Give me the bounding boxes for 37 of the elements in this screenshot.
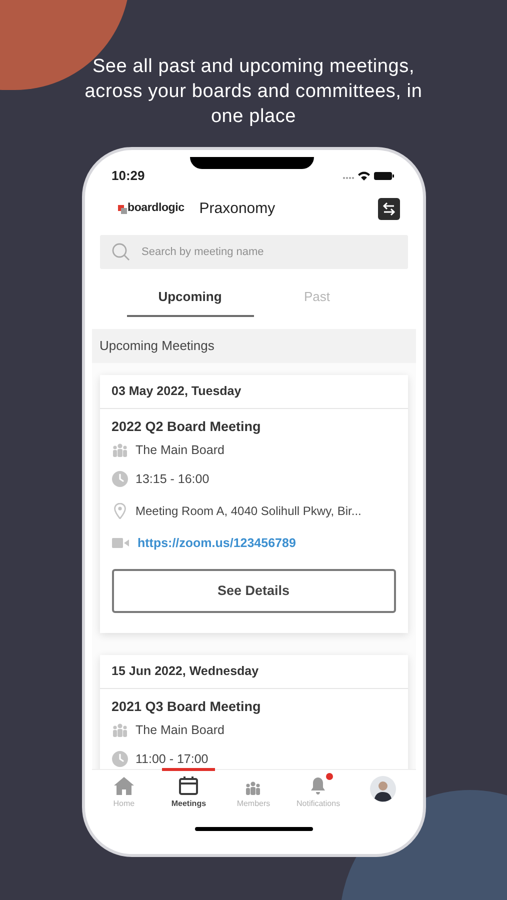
see-details-button[interactable]: See Details bbox=[112, 569, 396, 613]
boardlogic-logo: boardlogic bbox=[118, 200, 184, 218]
calendar-icon bbox=[179, 776, 198, 795]
bell-icon bbox=[310, 777, 326, 795]
meeting-date: 03 May 2022, Tuesday bbox=[112, 383, 242, 400]
org-name: Praxonomy bbox=[199, 198, 276, 219]
switch-organisation-button[interactable] bbox=[378, 198, 400, 220]
tab[interactable]: Upcoming bbox=[126, 279, 254, 317]
meeting-time: 11:00 - 17:00 bbox=[136, 750, 208, 768]
meeting-time: 13:15 - 16:00 bbox=[136, 470, 210, 488]
logo-mark-icon bbox=[118, 204, 126, 214]
meeting-card[interactable]: 03 May 2022, Tuesday 2022 Q2 Board Meeting The Main Board 13:15 - 16:00 Meeting Room A, 4040 Solihull Pkwy, Bir... https://zoom.us/123456789 See Details bbox=[100, 375, 408, 633]
meeting-location: Meeting Room A, 4040 Solihull Pkwy, Bir... bbox=[136, 503, 362, 520]
nav-tab[interactable]: Meetings bbox=[156, 770, 222, 827]
home-icon bbox=[114, 777, 134, 795]
swap-arrows-icon bbox=[382, 202, 396, 216]
status-icons bbox=[342, 170, 394, 180]
clock-icon bbox=[112, 751, 128, 767]
meeting-title: 2021 Q3 Board Meeting bbox=[112, 698, 262, 716]
active-tab-indicator bbox=[162, 768, 216, 771]
meeting-card[interactable]: 15 Jun 2022, Wednesday 2021 Q3 Board Meeting The Main Board 11:00 - 17:00 bbox=[100, 655, 408, 769]
people-icon bbox=[245, 781, 262, 795]
headline: See all past and upcoming meetings, across your boards and committees, in one place bbox=[84, 55, 424, 129]
board-name: The Main Board bbox=[136, 722, 224, 739]
search-field[interactable]: Search by meeting name bbox=[100, 235, 408, 269]
video-camera-icon bbox=[112, 538, 128, 548]
meeting-date: 15 Jun 2022, Wednesday bbox=[112, 663, 259, 680]
board-name: The Main Board bbox=[136, 442, 224, 459]
avatar-icon bbox=[370, 776, 396, 802]
meeting-title: 2022 Q2 Board Meeting bbox=[112, 418, 262, 436]
status-time: 10:29 bbox=[112, 166, 145, 185]
search-icon bbox=[112, 243, 130, 261]
clock-icon bbox=[112, 471, 128, 487]
people-icon bbox=[112, 723, 128, 737]
people-icon bbox=[112, 443, 128, 457]
section-title: Upcoming Meetings bbox=[100, 337, 214, 356]
location-pin-icon bbox=[114, 503, 126, 519]
